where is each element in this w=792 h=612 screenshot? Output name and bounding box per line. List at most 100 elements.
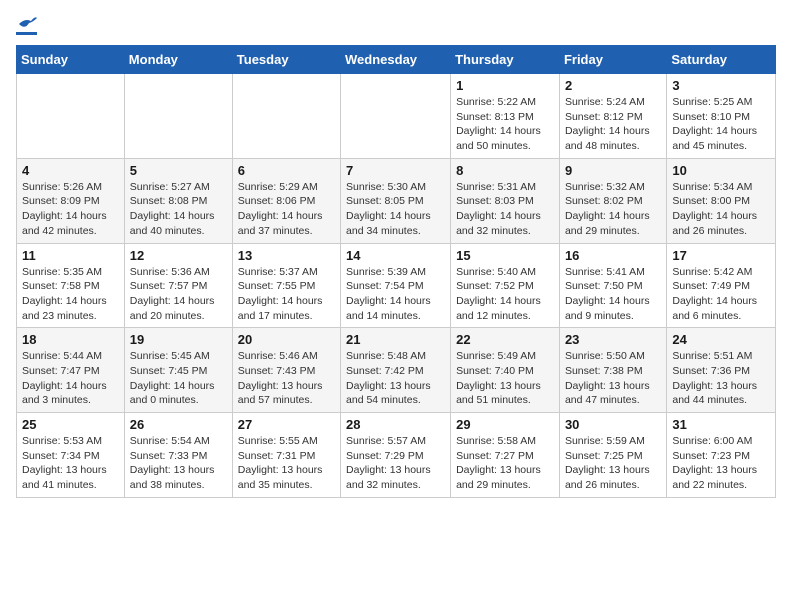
weekday-header: Sunday [17,46,125,74]
calendar-cell: 23 Sunrise: 5:50 AMSunset: 7:38 PMDayligh… [559,328,666,413]
day-info: Sunrise: 5:27 AMSunset: 8:08 PMDaylight:… [130,180,227,239]
day-number: 23 [565,332,661,347]
weekday-header: Friday [559,46,666,74]
day-info: Sunrise: 5:31 AMSunset: 8:03 PMDaylight:… [456,180,554,239]
calendar-cell: 17 Sunrise: 5:42 AMSunset: 7:49 PMDayligh… [667,243,776,328]
calendar-cell [124,74,232,159]
calendar-cell: 19Sunrise: 5:45 AMSunset: 7:45 PMDayligh… [124,328,232,413]
calendar-cell: 4 Sunrise: 5:26 AMSunset: 8:09 PMDaylight… [17,158,125,243]
calendar-cell: 30Sunrise: 5:59 AMSunset: 7:25 PMDayligh… [559,413,666,498]
calendar-week-row: 18 Sunrise: 5:44 AMSunset: 7:47 PMDayligh… [17,328,776,413]
weekday-header: Wednesday [341,46,451,74]
day-number: 12 [130,248,227,263]
day-number: 6 [238,163,335,178]
day-info: Sunrise: 5:45 AMSunset: 7:45 PMDaylight:… [130,349,227,408]
page-header [16,16,776,35]
day-number: 20 [238,332,335,347]
logo-bird-icon [17,16,37,32]
calendar-cell: 28 Sunrise: 5:57 AMSunset: 7:29 PMDayligh… [341,413,451,498]
calendar-week-row: 25 Sunrise: 5:53 AMSunset: 7:34 PMDayligh… [17,413,776,498]
day-number: 22 [456,332,554,347]
day-number: 13 [238,248,335,263]
day-number: 7 [346,163,445,178]
day-number: 24 [672,332,770,347]
day-info: Sunrise: 5:55 AMSunset: 7:31 PMDaylight:… [238,434,335,493]
weekday-header: Saturday [667,46,776,74]
calendar-cell: 12Sunrise: 5:36 AMSunset: 7:57 PMDayligh… [124,243,232,328]
day-number: 30 [565,417,661,432]
day-number: 4 [22,163,119,178]
day-number: 29 [456,417,554,432]
weekday-header: Monday [124,46,232,74]
day-number: 28 [346,417,445,432]
calendar-cell [232,74,340,159]
day-info: Sunrise: 5:26 AMSunset: 8:09 PMDaylight:… [22,180,119,239]
day-info: Sunrise: 5:41 AMSunset: 7:50 PMDaylight:… [565,265,661,324]
day-number: 18 [22,332,119,347]
weekday-header: Thursday [451,46,560,74]
day-number: 26 [130,417,227,432]
calendar-cell: 27 Sunrise: 5:55 AMSunset: 7:31 PMDayligh… [232,413,340,498]
day-number: 25 [22,417,119,432]
day-number: 9 [565,163,661,178]
calendar-cell [17,74,125,159]
calendar-cell: 2Sunrise: 5:24 AMSunset: 8:12 PMDaylight… [559,74,666,159]
day-info: Sunrise: 5:48 AMSunset: 7:42 PMDaylight:… [346,349,445,408]
calendar-cell: 14Sunrise: 5:39 AMSunset: 7:54 PMDayligh… [341,243,451,328]
day-info: Sunrise: 5:42 AMSunset: 7:49 PMDaylight:… [672,265,770,324]
day-number: 31 [672,417,770,432]
day-info: Sunrise: 5:53 AMSunset: 7:34 PMDaylight:… [22,434,119,493]
day-info: Sunrise: 5:25 AMSunset: 8:10 PMDaylight:… [672,95,770,154]
day-info: Sunrise: 5:30 AMSunset: 8:05 PMDaylight:… [346,180,445,239]
day-info: Sunrise: 5:44 AMSunset: 7:47 PMDaylight:… [22,349,119,408]
calendar-cell: 15Sunrise: 5:40 AMSunset: 7:52 PMDayligh… [451,243,560,328]
day-info: Sunrise: 5:50 AMSunset: 7:38 PMDaylight:… [565,349,661,408]
calendar-cell: 11 Sunrise: 5:35 AMSunset: 7:58 PMDayligh… [17,243,125,328]
calendar-cell: 6 Sunrise: 5:29 AMSunset: 8:06 PMDaylight… [232,158,340,243]
day-info: Sunrise: 6:00 AMSunset: 7:23 PMDaylight:… [672,434,770,493]
calendar-cell: 18 Sunrise: 5:44 AMSunset: 7:47 PMDayligh… [17,328,125,413]
weekday-header-row: SundayMondayTuesdayWednesdayThursdayFrid… [17,46,776,74]
calendar-cell: 29Sunrise: 5:58 AMSunset: 7:27 PMDayligh… [451,413,560,498]
day-info: Sunrise: 5:24 AMSunset: 8:12 PMDaylight:… [565,95,661,154]
day-info: Sunrise: 5:57 AMSunset: 7:29 PMDaylight:… [346,434,445,493]
day-number: 17 [672,248,770,263]
calendar-cell: 7 Sunrise: 5:30 AMSunset: 8:05 PMDaylight… [341,158,451,243]
day-info: Sunrise: 5:46 AMSunset: 7:43 PMDaylight:… [238,349,335,408]
calendar-cell: 9 Sunrise: 5:32 AMSunset: 8:02 PMDaylight… [559,158,666,243]
day-number: 8 [456,163,554,178]
calendar-cell: 22Sunrise: 5:49 AMSunset: 7:40 PMDayligh… [451,328,560,413]
day-info: Sunrise: 5:35 AMSunset: 7:58 PMDaylight:… [22,265,119,324]
day-info: Sunrise: 5:32 AMSunset: 8:02 PMDaylight:… [565,180,661,239]
calendar-week-row: 4 Sunrise: 5:26 AMSunset: 8:09 PMDaylight… [17,158,776,243]
day-info: Sunrise: 5:34 AMSunset: 8:00 PMDaylight:… [672,180,770,239]
calendar-cell: 24 Sunrise: 5:51 AMSunset: 7:36 PMDayligh… [667,328,776,413]
calendar-week-row: 1 Sunrise: 5:22 AMSunset: 8:13 PMDaylight… [17,74,776,159]
day-info: Sunrise: 5:40 AMSunset: 7:52 PMDaylight:… [456,265,554,324]
day-number: 14 [346,248,445,263]
weekday-header: Tuesday [232,46,340,74]
day-info: Sunrise: 5:37 AMSunset: 7:55 PMDaylight:… [238,265,335,324]
calendar-cell: 10 Sunrise: 5:34 AMSunset: 8:00 PMDayligh… [667,158,776,243]
calendar-cell [341,74,451,159]
calendar-cell: 5 Sunrise: 5:27 AMSunset: 8:08 PMDaylight… [124,158,232,243]
logo-underline [16,32,37,35]
day-number: 27 [238,417,335,432]
day-info: Sunrise: 5:29 AMSunset: 8:06 PMDaylight:… [238,180,335,239]
day-info: Sunrise: 5:51 AMSunset: 7:36 PMDaylight:… [672,349,770,408]
calendar-cell: 25 Sunrise: 5:53 AMSunset: 7:34 PMDayligh… [17,413,125,498]
calendar-cell: 3 Sunrise: 5:25 AMSunset: 8:10 PMDaylight… [667,74,776,159]
day-number: 5 [130,163,227,178]
logo [16,16,37,35]
day-number: 21 [346,332,445,347]
calendar-cell: 16Sunrise: 5:41 AMSunset: 7:50 PMDayligh… [559,243,666,328]
calendar-cell: 13 Sunrise: 5:37 AMSunset: 7:55 PMDayligh… [232,243,340,328]
day-number: 3 [672,78,770,93]
calendar-cell: 1 Sunrise: 5:22 AMSunset: 8:13 PMDaylight… [451,74,560,159]
calendar-cell: 26Sunrise: 5:54 AMSunset: 7:33 PMDayligh… [124,413,232,498]
calendar-cell: 21 Sunrise: 5:48 AMSunset: 7:42 PMDayligh… [341,328,451,413]
day-number: 11 [22,248,119,263]
day-number: 1 [456,78,554,93]
day-number: 10 [672,163,770,178]
day-info: Sunrise: 5:22 AMSunset: 8:13 PMDaylight:… [456,95,554,154]
